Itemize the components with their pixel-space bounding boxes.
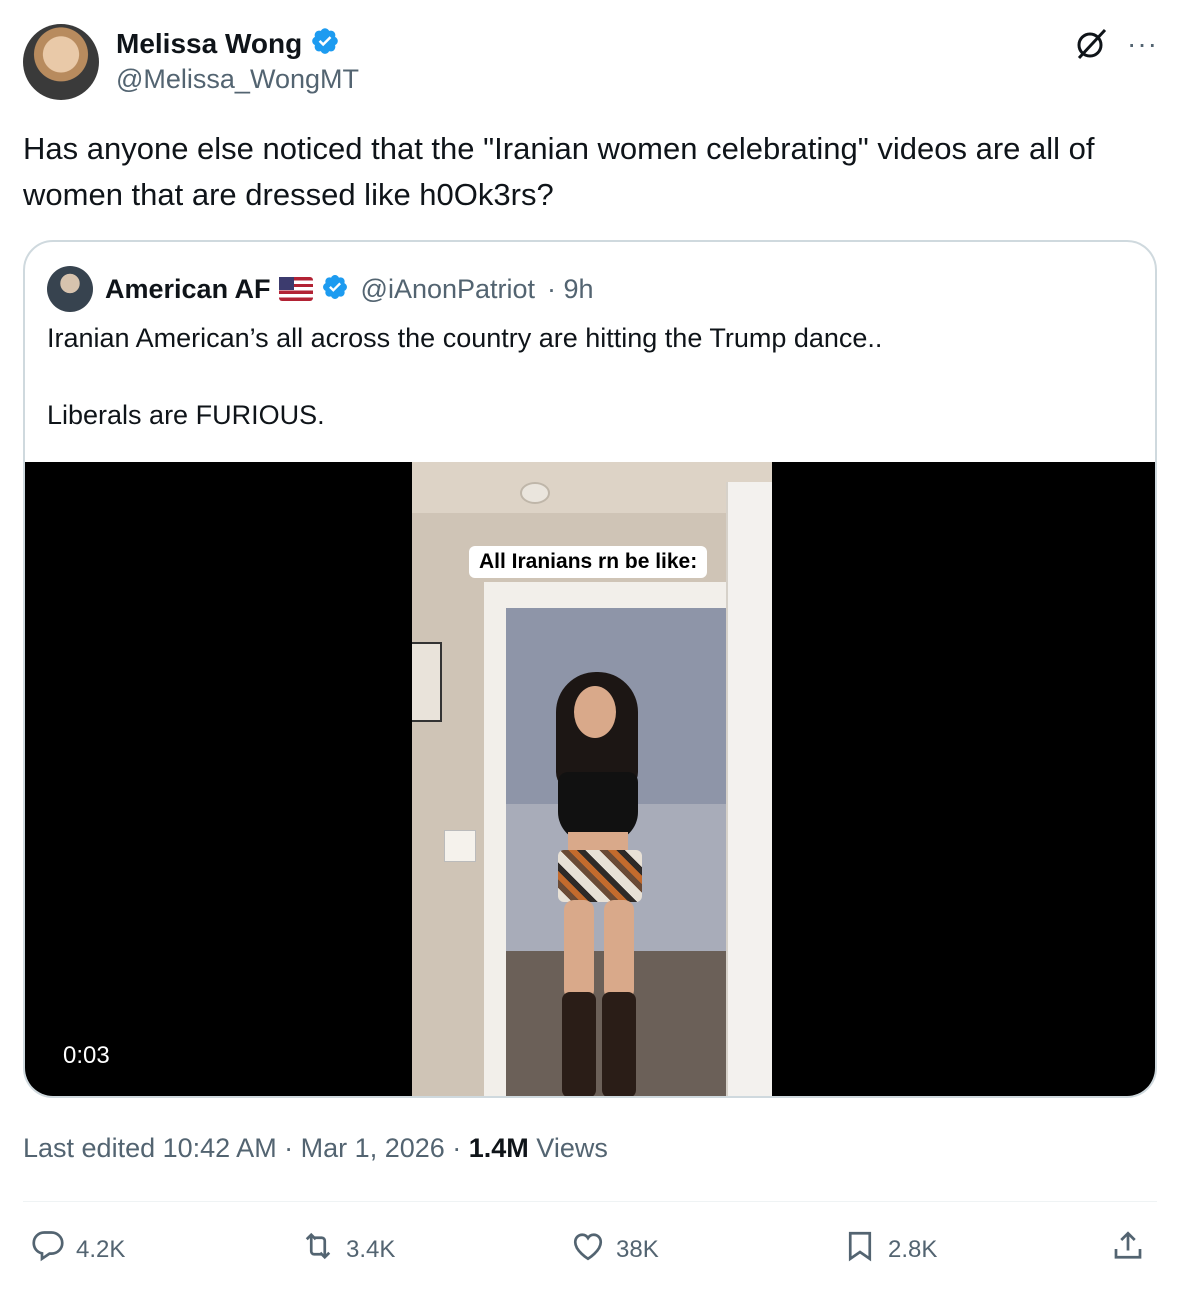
bookmark-button[interactable]: 2.8K — [842, 1228, 937, 1271]
quoted-verified-badge-icon — [321, 273, 349, 306]
views-label: Views — [528, 1133, 608, 1163]
reply-icon — [30, 1228, 66, 1271]
action-bar: 4.2K 3.4K 38K 2.8K — [30, 1228, 1150, 1272]
tweet-text: Has anyone else noticed that the "Irania… — [23, 131, 1095, 212]
video-frame: All Iranians rn be like: — [412, 462, 772, 1096]
quoted-author-name[interactable]: American AF — [105, 274, 271, 305]
like-button[interactable]: 38K — [570, 1228, 659, 1271]
wall-art — [412, 642, 442, 722]
quoted-avatar[interactable] — [47, 266, 93, 312]
share-button[interactable] — [1110, 1228, 1146, 1271]
repost-count: 3.4K — [346, 1235, 396, 1263]
grok-icon[interactable] — [1073, 26, 1109, 62]
us-flag-icon — [278, 277, 313, 301]
repost-icon — [300, 1228, 336, 1271]
author-handle[interactable]: @Melissa_WongMT — [116, 64, 359, 95]
heart-icon — [570, 1228, 606, 1271]
video-duration: 0:03 — [53, 1038, 120, 1074]
quoted-tweet[interactable]: American AF @iAnonPatriot · 9h Iranian A… — [23, 240, 1157, 1098]
share-icon — [1110, 1228, 1146, 1271]
tweet-meta: Last edited 10:42 AM · Mar 1, 2026 · 1.4… — [23, 1133, 608, 1164]
more-options-icon[interactable]: ··· — [1127, 30, 1158, 58]
like-count: 38K — [616, 1235, 659, 1263]
open-door — [726, 482, 772, 1096]
quoted-text-line-2: Liberals are FURIOUS. — [47, 400, 325, 430]
quoted-author-handle[interactable]: @iAnonPatriot — [361, 274, 536, 305]
author-avatar[interactable] — [23, 24, 99, 100]
video-caption: All Iranians rn be like: — [469, 546, 708, 578]
bookmark-count: 2.8K — [888, 1235, 938, 1263]
light-switch — [444, 830, 476, 862]
dancing-woman — [540, 672, 660, 1096]
author-name[interactable]: Melissa Wong — [116, 28, 302, 60]
ceiling-light — [520, 482, 550, 504]
video-player[interactable]: All Iranians rn be like: 0:03 — [25, 462, 1155, 1096]
bookmark-icon — [842, 1228, 878, 1271]
reply-count: 4.2K — [76, 1235, 126, 1263]
edited-timestamp[interactable]: Last edited 10:42 AM · Mar 1, 2026 · — [23, 1133, 469, 1163]
reply-button[interactable]: 4.2K — [30, 1228, 125, 1271]
verified-badge-icon — [310, 26, 340, 61]
repost-button[interactable]: 3.4K — [300, 1228, 395, 1271]
quoted-text-line-1: Iranian American’s all across the countr… — [47, 323, 883, 353]
views-count: 1.4M — [468, 1133, 529, 1163]
divider — [23, 1201, 1157, 1202]
quoted-timestamp[interactable]: · 9h — [547, 274, 594, 305]
